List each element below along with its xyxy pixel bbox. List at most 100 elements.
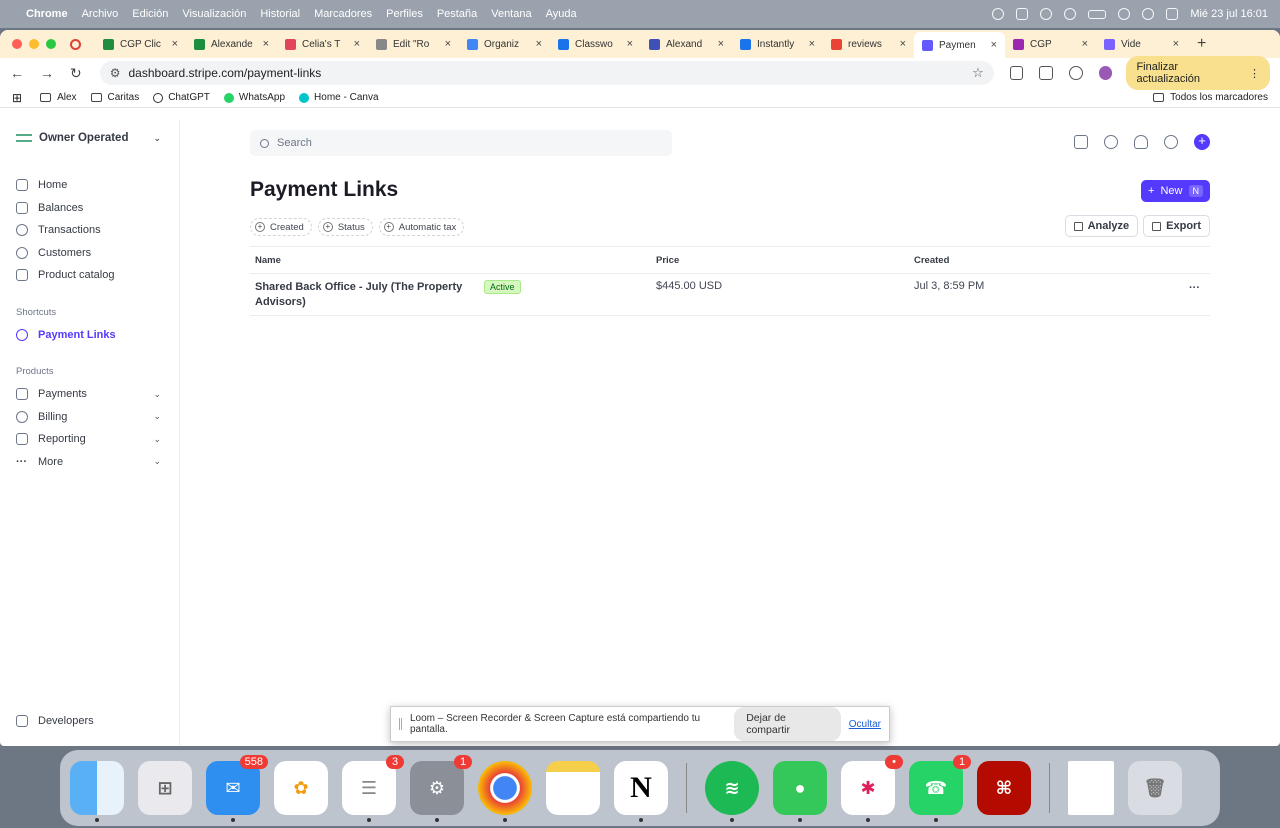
all-bookmarks[interactable]: Todos los marcadores [1153, 92, 1268, 103]
menu-marcadores[interactable]: Marcadores [314, 8, 372, 20]
close-tab-icon[interactable]: × [991, 39, 997, 51]
finder-icon[interactable] [70, 761, 124, 822]
chrome-icon[interactable] [478, 761, 532, 822]
export-button[interactable]: Export [1143, 215, 1210, 237]
menu-edicion[interactable]: Edición [132, 8, 168, 20]
menu-pestana[interactable]: Pestaña [437, 8, 477, 20]
browser-tab[interactable]: Vide × [1096, 33, 1187, 55]
slack-icon[interactable]: ✱ • [841, 755, 903, 822]
launchpad-icon[interactable]: ⊞ [138, 761, 192, 815]
browser-tab[interactable]: CGP Clic × [95, 33, 186, 55]
notion-status-icon[interactable] [1016, 8, 1029, 20]
update-button[interactable]: Finalizar actualización ⋮ [1126, 56, 1271, 90]
bookmark-alex[interactable]: Alex [40, 92, 77, 103]
browser-tab[interactable]: Alexande × [186, 33, 277, 55]
create-plus-button[interactable]: + [1194, 134, 1210, 150]
bluetooth-icon[interactable] [1064, 8, 1077, 20]
menu-ventana[interactable]: Ventana [491, 8, 531, 20]
play-icon[interactable] [1040, 8, 1053, 20]
filter-automatic-tax[interactable]: + Automatic tax [378, 218, 465, 236]
control-center-icon[interactable] [1166, 8, 1179, 20]
spotify-icon[interactable]: ≋ [705, 761, 759, 822]
forward-button[interactable]: → [40, 65, 54, 81]
sidebar-item-customers[interactable]: Customers [16, 242, 179, 265]
extension-icon[interactable] [1009, 66, 1024, 80]
hide-banner-link[interactable]: Ocultar [849, 719, 881, 730]
spotlight-icon[interactable] [1142, 8, 1155, 20]
apps-icon[interactable] [1074, 135, 1088, 149]
sidebar-item-home[interactable]: Home [16, 174, 179, 197]
reminders-icon[interactable]: ☰ 3 [342, 755, 404, 822]
sidebar-item-payments[interactable]: Payments ⌄ [16, 383, 179, 406]
close-tab-icon[interactable]: × [172, 38, 178, 50]
bookmark-caritas[interactable]: Caritas [90, 92, 139, 103]
battery-icon[interactable] [1088, 9, 1107, 19]
close-tab-icon[interactable]: × [445, 38, 451, 50]
browser-tab[interactable]: Alexand × [641, 33, 732, 55]
close-tab-icon[interactable]: × [718, 38, 724, 50]
close-tab-icon[interactable]: × [1173, 38, 1179, 50]
stop-sharing-button[interactable]: Dejar de compartir [734, 707, 841, 741]
payment-link-name[interactable]: Shared Back Office - July (The Property … [250, 280, 484, 310]
menu-perfiles[interactable]: Perfiles [386, 8, 423, 20]
notes-icon[interactable] [546, 761, 600, 815]
filter-created[interactable]: + Created [250, 218, 312, 236]
minimize-window-button[interactable] [29, 39, 39, 49]
search-input[interactable]: Search [250, 130, 672, 156]
mail-icon[interactable]: ✉ 558 [206, 755, 268, 822]
microphone-icon[interactable] [992, 8, 1005, 20]
zoom-window-button[interactable] [46, 39, 56, 49]
browser-tab[interactable]: Edit "Ro × [368, 33, 459, 55]
close-tab-icon[interactable]: × [809, 38, 815, 50]
system-settings-icon[interactable]: ⚙ 1 [410, 755, 472, 822]
back-button[interactable]: ← [10, 65, 24, 81]
close-tab-icon[interactable]: × [900, 38, 906, 50]
bookmark-whatsapp[interactable]: WhatsApp [223, 92, 285, 103]
close-window-button[interactable] [12, 39, 22, 49]
column-header-name[interactable]: Name [250, 255, 484, 266]
browser-tab[interactable]: CGP × [1005, 33, 1096, 55]
menu-historial[interactable]: Historial [260, 8, 300, 20]
browser-tab[interactable]: Instantly × [732, 33, 823, 55]
bell-icon[interactable] [1134, 135, 1148, 149]
menu-app-name[interactable]: Chrome [26, 8, 68, 20]
wifi-icon[interactable] [1118, 8, 1131, 20]
sidebar-item-transactions[interactable]: Transactions [16, 219, 179, 242]
bookmark-canva[interactable]: Home - Canva [299, 92, 379, 103]
table-row[interactable]: Shared Back Office - July (The Property … [250, 274, 1210, 316]
puzzle-extensions-icon[interactable] [1039, 66, 1054, 80]
site-settings-icon[interactable]: ⚙ [110, 66, 121, 80]
photos-icon[interactable]: ✿ [274, 761, 328, 815]
sidebar-item-billing[interactable]: Billing ⌄ [16, 406, 179, 429]
browser-tab[interactable]: Paymen × [914, 32, 1005, 58]
browser-tab[interactable]: Organiz × [459, 33, 550, 55]
drag-handle-icon[interactable] [399, 718, 402, 730]
gear-icon[interactable] [1164, 135, 1178, 149]
bookmark-star-icon[interactable]: ☆ [972, 65, 984, 81]
acrobat-icon[interactable]: ⌘ [977, 761, 1031, 815]
media-icon[interactable] [1069, 66, 1083, 80]
sidebar-item-reporting[interactable]: Reporting ⌄ [16, 428, 179, 451]
document-thumbnail-icon[interactable] [1068, 761, 1114, 815]
address-bar[interactable]: ⚙ dashboard.stripe.com/payment-links ☆ [99, 61, 994, 85]
close-tab-icon[interactable]: × [627, 38, 633, 50]
menu-visualizacion[interactable]: Visualización [182, 8, 246, 20]
sidebar-item-developers[interactable]: Developers [16, 710, 94, 733]
url-text[interactable]: dashboard.stripe.com/payment-links [129, 66, 322, 80]
apps-grid-icon[interactable]: ⊞ [12, 91, 22, 105]
browser-tab[interactable]: reviews × [823, 33, 914, 55]
analyze-button[interactable]: Analyze [1064, 215, 1139, 237]
reload-button[interactable]: ↻ [70, 65, 82, 82]
row-more-menu-icon[interactable]: ··· [1189, 280, 1200, 294]
new-tab-button[interactable]: + [1197, 35, 1206, 53]
close-tab-icon[interactable]: × [354, 38, 360, 50]
filter-status[interactable]: + Status [317, 218, 373, 236]
sidebar-item-balances[interactable]: Balances [16, 197, 179, 220]
column-header-created[interactable]: Created [909, 255, 1179, 266]
menu-clock[interactable]: Mié 23 jul 16:01 [1190, 8, 1268, 20]
close-tab-icon[interactable]: × [536, 38, 542, 50]
sidebar-item-product-catalog[interactable]: Product catalog [16, 264, 179, 287]
browser-tab[interactable]: Classwo × [550, 33, 641, 55]
sidebar-item-more[interactable]: ··· More ⌄ [16, 451, 179, 474]
menu-archivo[interactable]: Archivo [82, 8, 119, 20]
